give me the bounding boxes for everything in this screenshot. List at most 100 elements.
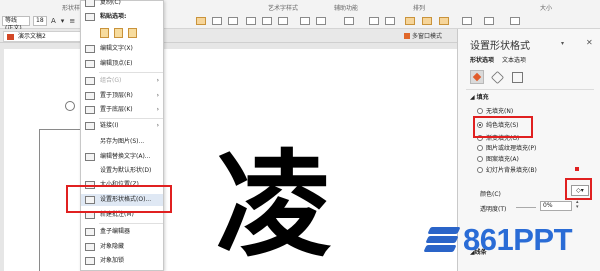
edit-text-icon — [85, 45, 95, 53]
watermark-logo-icon — [423, 225, 461, 255]
edit-points-icon — [85, 60, 95, 68]
fill-line-icon[interactable] — [470, 70, 484, 84]
radio-label: 图片或纹理填充(P) — [486, 145, 537, 152]
menu-item-label: 编辑替换文字(A)... — [100, 153, 151, 160]
width-field-icon[interactable] — [510, 17, 520, 25]
box-editor-icon — [85, 228, 95, 236]
menu-item-label: 盒子编辑器 — [100, 228, 131, 235]
tab-shape-options[interactable]: 形状选项 — [470, 55, 494, 64]
shape-style-icon-2[interactable] — [228, 17, 238, 25]
annotation-highlight-solid-fill — [473, 116, 533, 138]
document-tab[interactable]: 演示文稿2 — [3, 31, 85, 42]
group-icon — [85, 77, 95, 85]
multi-window-label: 多窗口模式 — [412, 33, 443, 40]
tab-text-options[interactable]: 文本选项 — [502, 55, 526, 64]
alt-text-icon — [85, 153, 95, 161]
radio-pattern-fill[interactable]: 图案填充(A) — [477, 156, 519, 164]
radio-icon — [477, 167, 483, 173]
color-label: 颜色(C) — [480, 191, 501, 198]
rotate-handle-icon[interactable] — [65, 101, 75, 111]
pane-options-dropdown-icon[interactable]: ▾ — [561, 40, 564, 47]
text-effect-icon[interactable] — [300, 17, 310, 25]
watermark: 861PPT — [423, 220, 573, 260]
annotation-highlight-format-shape — [66, 185, 172, 213]
shape-fill-icon[interactable] — [196, 17, 206, 25]
menu-item-set-default-shape[interactable]: 设置为默认形状(D) — [81, 165, 163, 177]
menu-separator — [99, 118, 163, 119]
close-icon[interactable]: ✕ — [586, 38, 593, 47]
paste-text-only-icon[interactable] — [128, 28, 137, 38]
menu-item-label: 组合(G) — [100, 77, 122, 84]
slide-canvas: 凌 — [0, 43, 457, 271]
bring-to-front-icon — [85, 92, 95, 100]
submenu-arrow-icon: › — [156, 122, 159, 129]
radio-no-fill[interactable]: 无填充(N) — [477, 108, 513, 116]
menu-item-send-to-back[interactable]: 置于底层(K) › — [81, 104, 163, 116]
effects-icon[interactable] — [490, 70, 504, 84]
radio-slide-background-fill[interactable]: 幻灯片背景填充(B) — [477, 167, 537, 175]
transparency-input[interactable]: 0% — [540, 201, 572, 211]
section-fill-header[interactable]: ◢ 填充 — [470, 92, 489, 101]
selection-pane-icon[interactable] — [405, 17, 415, 25]
menu-item-copy[interactable]: 复制(C) — [81, 0, 163, 9]
pane-divider — [466, 89, 594, 90]
menu-item-label: 对象加锁 — [100, 257, 125, 264]
menu-item-hide-object[interactable]: 对象隐藏 — [81, 241, 163, 253]
powerpoint-icon — [7, 34, 14, 40]
radio-label: 无填充(N) — [486, 108, 514, 115]
context-menu: 复制(C) 粘贴选项: 编辑文字(X) 编辑顶点(E) 组合(G) › 置于顶层… — [80, 0, 164, 271]
size-properties-icon[interactable] — [510, 70, 524, 84]
height-field-icon[interactable] — [484, 17, 494, 25]
menu-item-link[interactable]: 链接(I) › — [81, 120, 163, 132]
document-tab-strip: 演示文稿2 多窗口模式 — [0, 29, 457, 43]
wordart-fill-icon[interactable] — [246, 17, 256, 25]
copy-icon — [85, 0, 95, 7]
menu-item-paste-options: 粘贴选项: — [81, 11, 163, 23]
menu-item-edit-points[interactable]: 编辑顶点(E) — [81, 58, 163, 70]
paste-picture-icon[interactable] — [114, 28, 123, 38]
paste-keep-source-icon[interactable] — [100, 28, 109, 38]
font-size-combo[interactable]: 18 — [33, 16, 47, 26]
group-icon[interactable] — [439, 17, 449, 25]
font-dropdown-icon[interactable]: ▾ — [60, 17, 66, 25]
slide-text-character[interactable]: 凌 — [216, 149, 331, 264]
shape-style-icon-1[interactable] — [212, 17, 222, 25]
text-style-icon[interactable] — [316, 17, 326, 25]
ribbon-group-label-wordart: 艺术字样式 — [268, 5, 299, 12]
rotate-icon[interactable] — [462, 17, 472, 25]
alt-text-icon[interactable] — [344, 17, 354, 25]
menu-item-label: 置于底层(K) — [100, 106, 133, 113]
wordart-effects-icon[interactable] — [278, 17, 288, 25]
radio-label: 图案填充(A) — [486, 156, 519, 163]
multi-window-button[interactable]: 多窗口模式 — [404, 31, 442, 40]
align-icon[interactable] — [422, 17, 432, 25]
menu-item-label: 复制(C) — [100, 0, 121, 6]
pane-tabs: 形状选项 文本选项 — [470, 55, 526, 64]
pane-title: 设置形状格式 — [470, 41, 530, 52]
radio-picture-fill[interactable]: 图片或纹理填充(P) — [477, 145, 536, 153]
menu-item-bring-to-front[interactable]: 置于顶层(R) › — [81, 90, 163, 102]
annotation-highlight-color-button — [565, 178, 592, 200]
submenu-arrow-icon: › — [156, 106, 159, 113]
font-color-button[interactable]: A — [50, 17, 57, 25]
wordart-outline-icon[interactable] — [262, 17, 272, 25]
menu-item-save-as-picture[interactable]: 另存为图片(S)... — [81, 136, 163, 148]
slide[interactable]: 凌 — [4, 49, 457, 271]
font-name-combo[interactable]: 等线 (正文) — [2, 16, 30, 32]
menu-item-edit-alt-text[interactable]: 编辑替换文字(A)... — [81, 151, 163, 163]
ribbon-group-label-accessibility: 辅助功能 — [334, 5, 359, 12]
send-backward-icon[interactable] — [385, 17, 395, 25]
menu-item-lock-object[interactable]: 对象加锁 — [81, 255, 163, 267]
transparency-slider[interactable] — [516, 207, 536, 208]
section-fill-label: 填充 — [476, 94, 489, 101]
bring-forward-icon[interactable] — [369, 17, 379, 25]
ribbon-group-label-size: 大小 — [540, 5, 553, 12]
menu-item-box-editor[interactable]: 盒子编辑器 — [81, 226, 163, 238]
menu-item-label: 对象隐藏 — [100, 243, 125, 250]
transparency-spinner-icon[interactable]: ▴ ▾ — [576, 200, 579, 210]
grow-font-icon[interactable]: ≡ — [68, 17, 76, 25]
collapse-triangle-icon: ◢ — [470, 94, 475, 101]
lock-icon — [85, 257, 95, 265]
menu-item-group[interactable]: 组合(G) › — [81, 75, 163, 87]
menu-item-edit-text[interactable]: 编辑文字(X) — [81, 43, 163, 55]
